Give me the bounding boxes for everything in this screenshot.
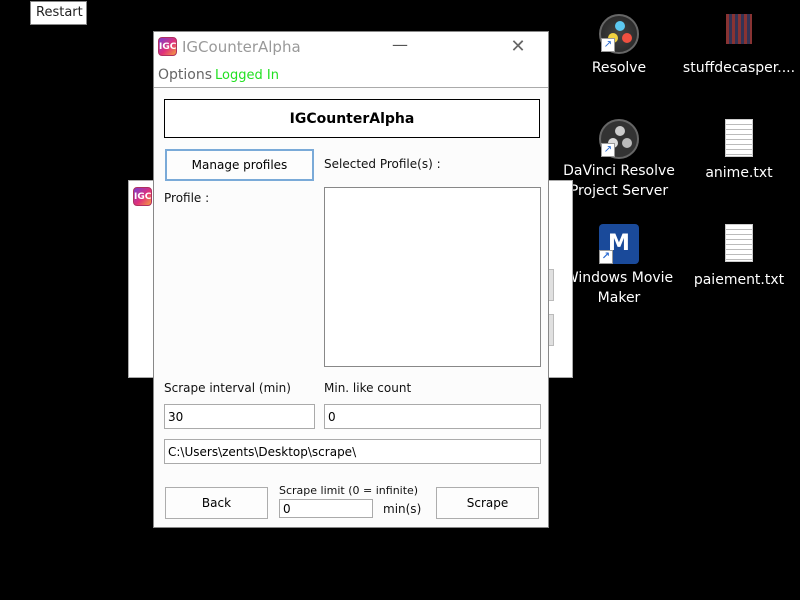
icon-label: Project Server <box>569 183 669 199</box>
icon-label: Maker <box>597 290 641 306</box>
scrape-limit-label: Scrape limit (0 = infinite) <box>279 484 419 497</box>
close-button[interactable]: ✕ <box>506 34 530 60</box>
icon-label: Windows Movie <box>564 270 674 286</box>
shortcut-arrow-icon: ↗ <box>601 143 615 157</box>
scrape-limit-input[interactable]: 0 <box>279 499 373 518</box>
restart-button[interactable]: Restart <box>30 1 87 25</box>
selected-profiles-label: Selected Profile(s) : <box>324 157 441 171</box>
profile-label: Profile : <box>164 191 210 205</box>
desktop-icon-resolve[interactable]: ↗ Resolve <box>559 14 679 78</box>
igcounter-window: IGC IGCounterAlpha — ✕ Options Logged In… <box>153 31 549 528</box>
scrape-interval-label: Scrape interval (min) <box>164 381 291 395</box>
title-bar[interactable]: IGC IGCounterAlpha — ✕ <box>154 32 548 62</box>
output-path-input[interactable]: C:\Users\zents\Desktop\scrape\ <box>164 439 541 464</box>
desktop-icon-anime-txt[interactable]: anime.txt <box>679 119 799 183</box>
movie-maker-icon: M ↗ <box>599 224 639 264</box>
desktop-icon-stuffdecasper[interactable]: stuffdecasper.... <box>679 14 799 78</box>
shortcut-arrow-icon: ↗ <box>601 38 615 52</box>
desktop-icon-project-server[interactable]: ↗ DaVinci Resolve Project Server <box>559 119 679 201</box>
davinci-project-server-icon: ↗ <box>599 119 639 159</box>
shortcut-arrow-icon: ↗ <box>599 250 613 264</box>
text-file-icon <box>725 224 753 262</box>
scrape-button[interactable]: Scrape <box>436 487 539 519</box>
min-like-count-input[interactable]: 0 <box>324 404 541 429</box>
header-title: IGCounterAlpha <box>164 99 540 138</box>
window-title: IGCounterAlpha <box>182 38 301 56</box>
icon-label: stuffdecasper.... <box>682 60 796 76</box>
scrape-interval-input[interactable]: 30 <box>164 404 315 429</box>
back-button[interactable]: Back <box>165 487 268 519</box>
min-like-count-label: Min. like count <box>324 381 412 395</box>
desktop-icon-movie-maker[interactable]: M ↗ Windows Movie Maker <box>559 224 679 308</box>
icon-label: anime.txt <box>705 165 773 181</box>
davinci-resolve-icon: ↗ <box>599 14 639 54</box>
menu-bar: Options Logged In <box>154 62 548 88</box>
manage-profiles-button[interactable]: Manage profiles <box>165 149 314 181</box>
scrape-limit-unit: min(s) <box>383 502 422 516</box>
icon-label: Resolve <box>591 60 647 76</box>
selected-profiles-list[interactable] <box>324 187 541 367</box>
login-status: Logged In <box>215 68 279 83</box>
icon-label: DaVinci Resolve <box>563 163 675 179</box>
text-file-icon <box>725 119 753 157</box>
app-icon: IGC <box>158 37 177 56</box>
menu-options[interactable]: Options <box>158 67 212 83</box>
icon-label: paiement.txt <box>693 272 785 288</box>
image-thumbnail-icon <box>726 14 752 44</box>
minimize-button[interactable]: — <box>390 32 410 62</box>
desktop-icon-paiement-txt[interactable]: paiement.txt <box>679 224 799 290</box>
app-icon: IGC <box>133 187 152 206</box>
